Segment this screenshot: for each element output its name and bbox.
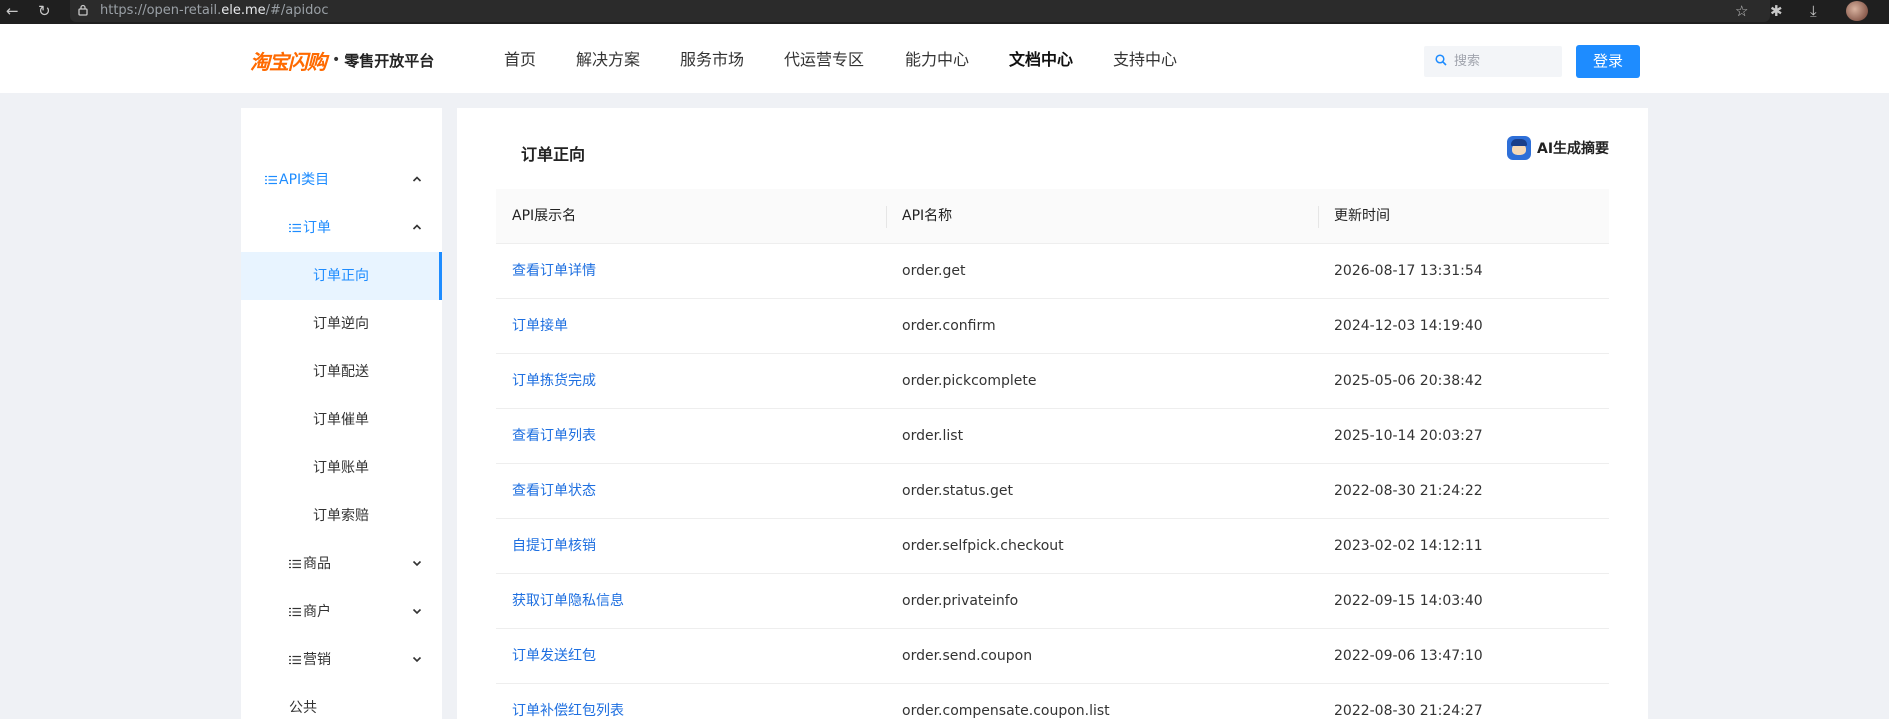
nav-home[interactable]: 首页	[504, 48, 536, 72]
sidebar-item-order-forward[interactable]: 订单正向	[241, 252, 442, 300]
sidebar-group-order[interactable]: 订单	[241, 204, 442, 252]
chevron-up-icon	[412, 224, 422, 230]
api-display-name-link[interactable]: 订单发送红包	[512, 629, 596, 683]
update-time-cell: 2025-10-14 20:03:27	[1334, 428, 1483, 444]
sidebar-item-order-delivery[interactable]: 订单配送	[241, 348, 442, 396]
column-header-api-name: API名称	[902, 208, 953, 224]
sidebar-item-order-reminder[interactable]: 订单催单	[241, 396, 442, 444]
site-info-icon[interactable]	[78, 4, 88, 16]
list-icon	[289, 655, 301, 665]
list-icon	[289, 559, 301, 569]
nav-solutions[interactable]: 解决方案	[576, 48, 640, 72]
table-row: 订单补偿红包列表 order.compensate.coupon.list 2022…	[496, 684, 1609, 719]
column-header-update-time: 更新时间	[1334, 208, 1390, 224]
sidebar-item-order-bill[interactable]: 订单账单	[241, 444, 442, 492]
table-row: 自提订单核销 order.selfpick.checkout 2023-02-02 …	[496, 519, 1609, 574]
login-button[interactable]: 登录	[1576, 45, 1640, 78]
sidebar-root-api-category[interactable]: API类目	[241, 156, 442, 204]
table-row: 获取订单隐私信息 order.privateinfo 2022-09-15 14:0…	[496, 574, 1609, 629]
logo-subtitle: 零售开放平台	[344, 51, 435, 70]
search-input[interactable]	[1454, 51, 1554, 71]
nav-support-center[interactable]: 支持中心	[1113, 48, 1177, 72]
api-display-name-link[interactable]: 获取订单隐私信息	[512, 574, 624, 628]
api-name-cell: order.compensate.coupon.list	[902, 703, 1110, 719]
column-header-display-name: API展示名	[512, 208, 577, 224]
api-name-cell: order.selfpick.checkout	[902, 538, 1064, 554]
back-icon[interactable]: ←	[6, 2, 19, 20]
update-time-cell: 2026-08-17 13:31:54	[1334, 263, 1483, 279]
extensions-icon[interactable]: ✱	[1770, 2, 1783, 20]
update-time-cell: 2022-09-06 13:47:10	[1334, 648, 1483, 664]
table-row: 订单拣货完成 order.pickcomplete 2025-05-06 20:38…	[496, 354, 1609, 409]
api-name-cell: order.status.get	[902, 483, 1013, 499]
logo-brand: 淘宝闪购	[250, 49, 327, 74]
api-display-name-link[interactable]: 订单拣货完成	[512, 354, 596, 408]
reload-icon[interactable]: ↻	[38, 2, 51, 20]
nav-doc-center[interactable]: 文档中心	[1009, 48, 1073, 72]
api-display-name-link[interactable]: 查看订单列表	[512, 409, 596, 463]
table-row: 查看订单详情 order.get 2026-08-17 13:31:54	[496, 244, 1609, 299]
page-title: 订单正向	[521, 145, 586, 164]
table-row: 查看订单列表 order.list 2025-10-14 20:03:27	[496, 409, 1609, 464]
update-time-cell: 2022-09-15 14:03:40	[1334, 593, 1483, 609]
api-display-name-link[interactable]: 自提订单核销	[512, 519, 596, 573]
update-time-cell: 2022-08-30 21:24:27	[1334, 703, 1483, 719]
update-time-cell: 2024-12-03 14:19:40	[1334, 318, 1483, 334]
update-time-cell: 2023-02-02 14:12:11	[1334, 538, 1483, 554]
list-icon	[289, 223, 301, 233]
browser-toolbar: ← ↻ https://open-retail.ele.me/#/apidoc …	[0, 0, 1889, 24]
api-display-name-link[interactable]: 订单接单	[512, 299, 568, 353]
url-text[interactable]: https://open-retail.ele.me/#/apidoc	[100, 2, 328, 20]
api-name-cell: order.privateinfo	[902, 593, 1019, 609]
chevron-down-icon	[412, 656, 422, 663]
sidebar-item-order-reverse[interactable]: 订单逆向	[241, 300, 442, 348]
logo-dot: •	[332, 52, 341, 68]
table-row: 订单发送红包 order.send.coupon 2022-09-06 13:47:…	[496, 629, 1609, 684]
api-name-cell: order.confirm	[902, 318, 996, 334]
api-name-cell: order.pickcomplete	[902, 373, 1037, 389]
sidebar-group-merchant[interactable]: 商户	[241, 588, 442, 636]
api-table: API展示名 API名称 更新时间 查看订单详情 order.get 2026-08…	[496, 189, 1609, 719]
api-list-panel: 订单正向 AI生成摘要 API展示名 API名称 更新时间 查看订单详情 orde…	[457, 108, 1648, 719]
api-name-cell: order.send.coupon	[902, 648, 1033, 664]
bookmark-star-icon[interactable]: ☆	[1735, 2, 1748, 20]
chevron-down-icon	[412, 560, 422, 567]
download-icon[interactable]: ⤓	[1810, 2, 1817, 20]
table-body: 查看订单详情 order.get 2026-08-17 13:31:54 订单接单 or…	[496, 244, 1609, 719]
api-name-cell: order.get	[902, 263, 966, 279]
column-divider	[1318, 206, 1319, 228]
sidebar-item-common[interactable]: 公共	[241, 684, 442, 719]
update-time-cell: 2025-05-06 20:38:42	[1334, 373, 1483, 389]
profile-avatar[interactable]	[1846, 1, 1868, 21]
chevron-up-icon	[412, 176, 422, 182]
sidebar-item-order-claim[interactable]: 订单索赔	[241, 492, 442, 540]
ai-summary-label: AI生成摘要	[1537, 141, 1610, 157]
nav-service-market[interactable]: 服务市场	[680, 48, 744, 72]
table-row: 订单接单 order.confirm 2024-12-03 14:19:40	[496, 299, 1609, 354]
search-box[interactable]	[1424, 46, 1562, 77]
table-row: 查看订单状态 order.status.get 2022-08-30 21:24:2…	[496, 464, 1609, 519]
list-icon	[289, 607, 301, 617]
api-category-sidebar: API类目 订单 订单正向 订单逆向 订单配送 订单催单 订单账单 订单索赔 商…	[241, 108, 442, 719]
update-time-cell: 2022-08-30 21:24:22	[1334, 483, 1483, 499]
ai-assistant-icon	[1507, 136, 1531, 160]
list-icon	[265, 175, 277, 185]
api-display-name-link[interactable]: 订单补偿红包列表	[512, 684, 624, 719]
search-icon	[1435, 54, 1447, 66]
nav-capability-center[interactable]: 能力中心	[905, 48, 969, 72]
sidebar-group-marketing[interactable]: 营销	[241, 636, 442, 684]
chevron-down-icon	[412, 608, 422, 615]
api-name-cell: order.list	[902, 428, 964, 444]
table-header: API展示名 API名称 更新时间	[496, 189, 1609, 244]
column-divider	[886, 206, 887, 228]
ai-summary-button[interactable]: AI生成摘要	[1507, 134, 1609, 162]
api-display-name-link[interactable]: 查看订单详情	[512, 244, 596, 298]
nav-agency-zone[interactable]: 代运营专区	[784, 48, 864, 72]
api-display-name-link[interactable]: 查看订单状态	[512, 464, 596, 518]
site-logo[interactable]: 淘宝闪购 • 零售开放平台	[250, 48, 435, 74]
sidebar-group-product[interactable]: 商品	[241, 540, 442, 588]
